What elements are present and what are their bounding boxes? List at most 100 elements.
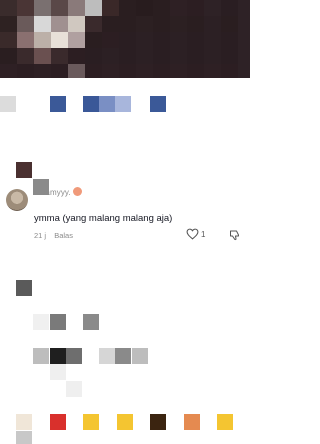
blurred-pixel <box>50 414 66 430</box>
blurred-pixel <box>83 314 99 330</box>
dislike-button[interactable] <box>229 228 241 246</box>
blurred-pixel <box>17 16 34 33</box>
blurred-pixel <box>102 64 119 78</box>
avatar[interactable] <box>6 189 28 211</box>
blurred-pixel <box>184 414 200 430</box>
blurred-pixel <box>16 280 32 296</box>
blurred-pixel <box>204 0 221 17</box>
blurred-pixel <box>119 0 136 17</box>
blurred-pixel <box>99 96 115 112</box>
blurred-pixel <box>115 96 131 112</box>
blurred-pixel <box>153 64 170 78</box>
blurred-pixel <box>83 96 99 112</box>
blurred-pixel <box>0 64 17 78</box>
blurred-pixel <box>85 32 102 49</box>
blurred-pixel <box>136 64 153 78</box>
blurred-pixel <box>68 16 85 33</box>
reply-button[interactable]: Balas <box>54 231 73 240</box>
blurred-pixel <box>85 64 102 78</box>
blurred-pixel <box>68 0 85 17</box>
blurred-pixel <box>187 32 204 49</box>
blurred-pixel <box>68 32 85 49</box>
blurred-pixel <box>221 64 238 78</box>
blurred-pixel <box>132 348 148 364</box>
blurred-pixel <box>170 0 187 17</box>
blurred-pixel <box>66 348 82 364</box>
blurred-pixel <box>17 64 34 78</box>
blurred-pixel <box>187 48 204 65</box>
blurred-pixel <box>187 64 204 78</box>
blurred-pixel <box>221 16 238 33</box>
blurred-pixel <box>187 16 204 33</box>
blurred-pixel <box>238 32 250 49</box>
blurred-pixel <box>0 16 17 33</box>
blurred-pixel <box>153 48 170 65</box>
blurred-pixel <box>102 32 119 49</box>
blurred-pixel <box>119 48 136 65</box>
blurred-pixel <box>34 16 51 33</box>
like-count: 1 <box>201 229 206 239</box>
username-text: creamyyy. <box>34 188 71 197</box>
blurred-pixel <box>204 64 221 78</box>
blurred-pixel <box>17 48 34 65</box>
blurred-pixel <box>68 64 85 78</box>
blurred-pixel <box>51 48 68 65</box>
blurred-pixel <box>150 414 166 430</box>
blurred-pixel <box>17 0 34 17</box>
blurred-pixel <box>99 348 115 364</box>
blurred-pixel <box>0 32 17 49</box>
blurred-pixel <box>16 431 32 444</box>
blurred-pixel <box>50 314 66 330</box>
blurred-pixel <box>136 32 153 49</box>
blurred-pixel <box>204 48 221 65</box>
blurred-pixel <box>0 0 17 17</box>
blurred-pixel <box>85 16 102 33</box>
thumbs-down-icon <box>230 230 239 241</box>
blurred-pixel <box>136 48 153 65</box>
blurred-pixel <box>0 48 17 65</box>
blurred-pixel <box>68 48 85 65</box>
comment-meta: 21 j Balas <box>34 231 79 240</box>
blurred-pixel <box>204 16 221 33</box>
blurred-pixel <box>51 0 68 17</box>
blurred-pixel <box>66 381 82 397</box>
blurred-pixel <box>85 0 102 17</box>
comment-time: 21 j <box>34 231 47 240</box>
blurred-pixel <box>33 314 49 330</box>
blurred-pixel <box>221 32 238 49</box>
heart-icon <box>186 228 199 240</box>
blurred-pixel <box>170 48 187 65</box>
blurred-pixel <box>187 0 204 17</box>
blurred-pixel <box>221 0 238 17</box>
blurred-pixel <box>34 48 51 65</box>
blurred-pixel <box>153 16 170 33</box>
blurred-pixel <box>85 48 102 65</box>
blurred-pixel <box>238 0 250 17</box>
blurred-pixel <box>16 162 32 178</box>
blurred-pixel <box>119 64 136 78</box>
blurred-pixel <box>170 64 187 78</box>
blurred-pixel <box>204 32 221 49</box>
blurred-pixel <box>34 64 51 78</box>
comment-username[interactable]: creamyyy. <box>34 187 82 197</box>
blurred-pixel <box>117 414 133 430</box>
blurred-pixel <box>83 414 99 430</box>
pixelated-video-thumbnail[interactable] <box>0 0 250 78</box>
blurred-pixel <box>34 32 51 49</box>
blurred-pixel <box>0 96 16 112</box>
blurred-pixel <box>16 414 32 430</box>
blurred-pixel <box>136 16 153 33</box>
blurred-pixel <box>51 16 68 33</box>
blurred-pixel <box>170 32 187 49</box>
blurred-pixel <box>115 348 131 364</box>
emoji-badge-icon <box>72 187 82 196</box>
blurred-pixel <box>102 48 119 65</box>
blurred-pixel <box>34 0 51 17</box>
like-button[interactable]: 1 <box>186 228 205 240</box>
blurred-pixel <box>50 348 66 364</box>
blurred-pixel <box>217 414 233 430</box>
blurred-pixel <box>170 16 187 33</box>
blurred-pixel <box>119 16 136 33</box>
blurred-pixel <box>221 48 238 65</box>
blurred-pixel <box>119 32 136 49</box>
